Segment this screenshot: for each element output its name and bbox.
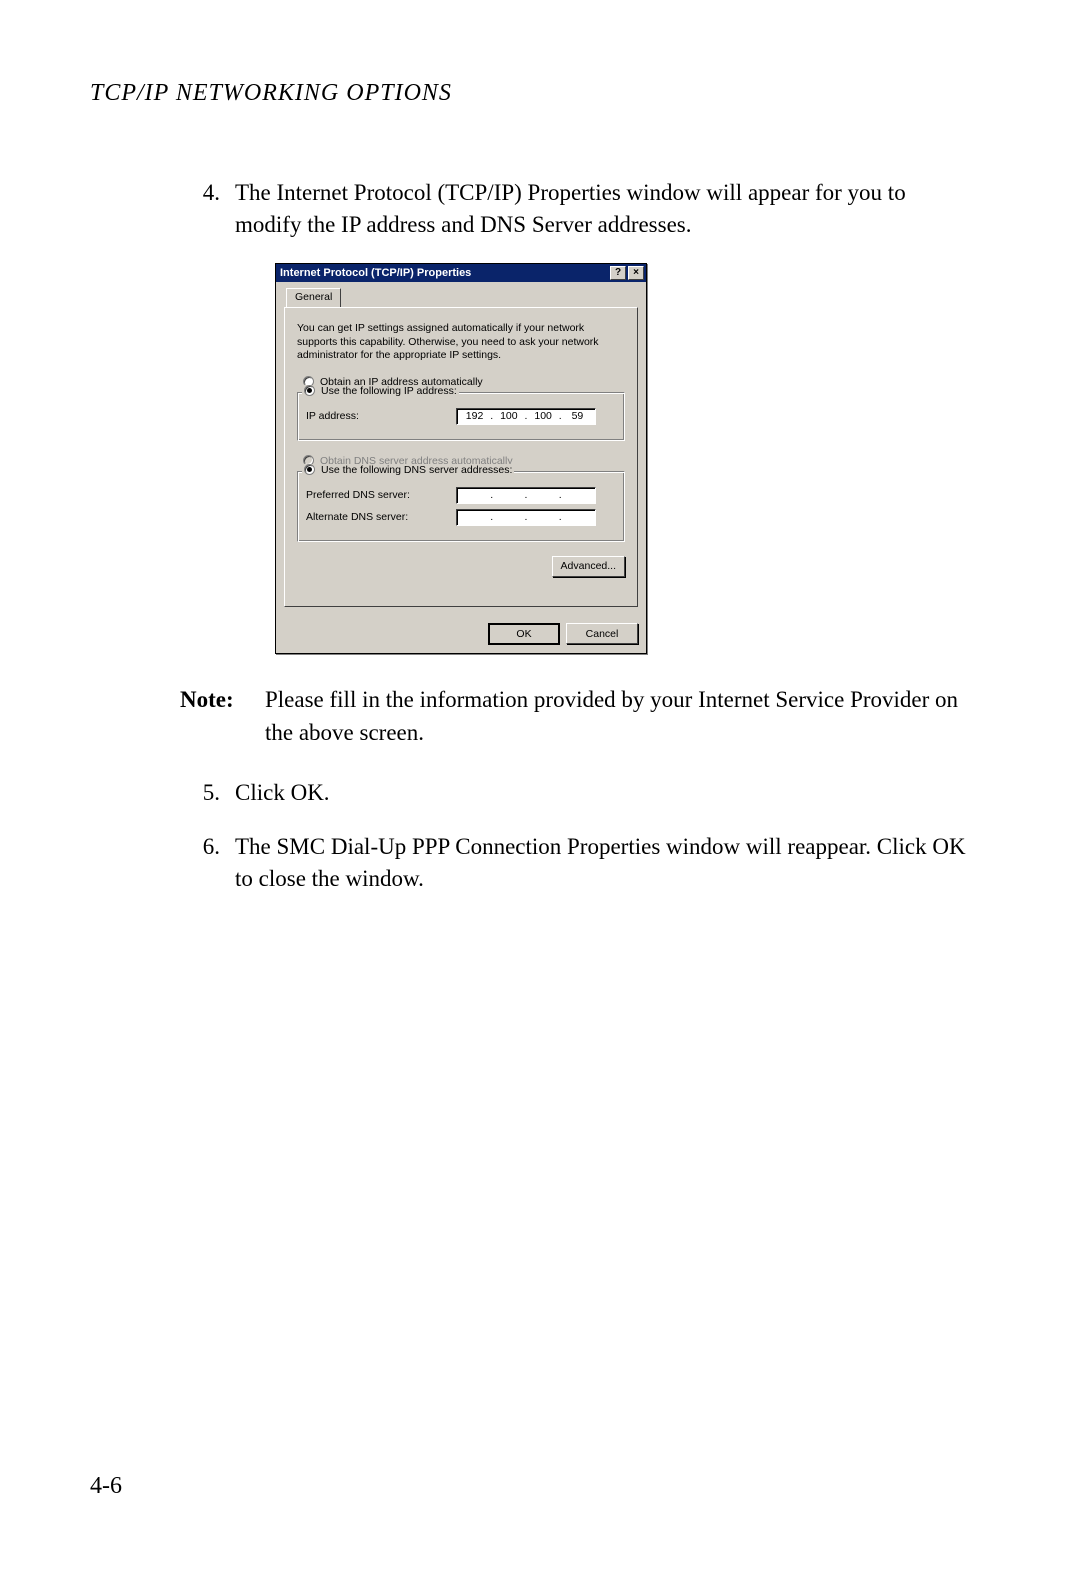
radio-use-ip-label: Use the following IP address: xyxy=(321,385,457,397)
radio-use-dns-label: Use the following DNS server addresses: xyxy=(321,464,512,476)
note-text: Please fill in the information provided … xyxy=(265,684,970,748)
cancel-button[interactable]: Cancel xyxy=(566,623,638,644)
advanced-button[interactable]: Advanced... xyxy=(552,556,625,577)
group-use-dns: Use the following DNS server addresses: … xyxy=(297,471,625,542)
tab-page-general: You can get IP settings assigned automat… xyxy=(284,307,638,607)
close-button[interactable]: × xyxy=(628,266,644,280)
step-5: 5. Click OK. xyxy=(180,777,970,809)
dialog-titlebar: Internet Protocol (TCP/IP) Properties ? … xyxy=(276,264,646,282)
step-4-number: 4. xyxy=(180,177,235,241)
help-button[interactable]: ? xyxy=(610,266,626,280)
ip-address-label: IP address: xyxy=(306,410,456,422)
alternate-dns-label: Alternate DNS server: xyxy=(306,511,456,523)
ip-octet-2: 100 xyxy=(497,410,521,422)
group-use-ip: Use the following IP address: IP address… xyxy=(297,392,625,441)
preferred-dns-input[interactable]: . . . xyxy=(456,487,596,504)
tab-general[interactable]: General xyxy=(286,288,341,307)
ip-octet-3: 100 xyxy=(531,410,555,422)
step-5-number: 5. xyxy=(180,777,235,809)
radio-icon[interactable] xyxy=(304,464,315,475)
step-4-text: The Internet Protocol (TCP/IP) Propertie… xyxy=(235,177,970,241)
dialog-title: Internet Protocol (TCP/IP) Properties xyxy=(280,267,608,279)
dialog-description: You can get IP settings assigned automat… xyxy=(297,322,625,361)
step-6-text: The SMC Dial-Up PPP Connection Propertie… xyxy=(235,831,970,895)
page-header: TCP/IP NETWORKING OPTIONS xyxy=(90,80,990,107)
step-4: 4. The Internet Protocol (TCP/IP) Proper… xyxy=(180,177,970,241)
ip-address-input[interactable]: 192 . 100 . 100 . 59 xyxy=(456,408,596,425)
preferred-dns-label: Preferred DNS server: xyxy=(306,489,456,501)
tcpip-properties-dialog: Internet Protocol (TCP/IP) Properties ? … xyxy=(275,263,647,654)
ip-octet-4: 59 xyxy=(565,410,589,422)
page-number: 4-6 xyxy=(90,1473,122,1500)
note-label: Note: xyxy=(180,684,265,748)
step-6: 6. The SMC Dial-Up PPP Connection Proper… xyxy=(180,831,970,895)
ok-button[interactable]: OK xyxy=(488,623,560,645)
step-6-number: 6. xyxy=(180,831,235,895)
step-5-text: Click OK. xyxy=(235,777,970,809)
radio-icon[interactable] xyxy=(304,385,315,396)
ip-octet-1: 192 xyxy=(463,410,487,422)
note: Note: Please fill in the information pro… xyxy=(180,684,970,748)
alternate-dns-input[interactable]: . . . xyxy=(456,509,596,526)
